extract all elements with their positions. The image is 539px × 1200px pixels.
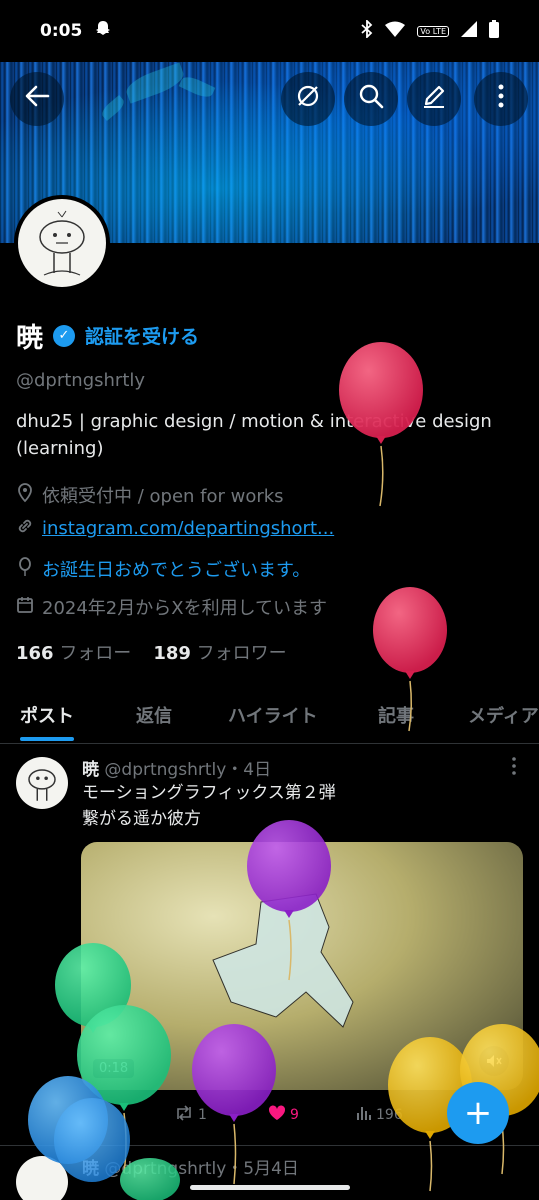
avatar-drawing <box>18 199 106 287</box>
gesture-navigation-bar[interactable] <box>190 1185 350 1190</box>
post-author[interactable]: 暁 <box>82 760 99 780</box>
following-label: フォロー <box>59 643 132 664</box>
followers-label: フォロワー <box>196 643 287 664</box>
verified-badge-icon: ✓ <box>53 324 75 347</box>
signal-icon <box>461 21 477 41</box>
post-handle: @dprtngshrtly <box>104 1159 227 1179</box>
snapchat-ghost-icon <box>94 20 112 43</box>
mute-icon[interactable] <box>479 1046 509 1076</box>
post-text-line: モーショングラフィックス第２弾 <box>82 783 336 803</box>
post-header: 暁 @dprtngshrtly・5月4日 <box>82 1154 299 1179</box>
calendar-icon <box>16 596 34 619</box>
post-text: モーショングラフィックス第２弾 繋がる遥か彼方 <box>82 780 336 832</box>
edit-profile-button[interactable] <box>407 72 461 126</box>
more-vertical-icon <box>497 84 505 114</box>
status-bar: 0:05 Vo LTE <box>0 0 539 62</box>
post-avatar[interactable] <box>16 1156 68 1200</box>
tab-replies[interactable]: 返信 <box>136 690 172 740</box>
post-video[interactable]: 0:18 <box>81 842 523 1090</box>
profile-avatar[interactable] <box>14 195 110 291</box>
like-button[interactable]: 9 <box>268 1105 299 1125</box>
status-time: 0:05 <box>40 21 83 41</box>
post-text-line: 繋がる遥か彼方 <box>82 809 201 829</box>
retweet-button[interactable]: 1 <box>174 1105 207 1125</box>
joined-row: 2024年2月からXを利用しています <box>16 594 327 620</box>
wifi-icon <box>385 21 406 41</box>
retweet-count: 1 <box>198 1107 207 1123</box>
back-arrow-icon <box>24 83 50 115</box>
following-count: 166 <box>16 643 54 664</box>
more-options-button[interactable] <box>474 72 528 126</box>
birthday-row: お誕生日おめでとうございます。 <box>16 556 310 582</box>
like-count: 9 <box>290 1107 299 1123</box>
search-button[interactable] <box>344 72 398 126</box>
search-icon <box>358 83 384 115</box>
joined-text: 2024年2月からXを利用しています <box>42 598 328 619</box>
profile-tabs: ポスト 返信 ハイライト 記事 メディア <box>0 690 539 744</box>
compose-post-button[interactable]: + <box>447 1082 509 1144</box>
back-button[interactable] <box>10 72 64 126</box>
birthday-text: お誕生日おめでとうございます。 <box>42 560 311 581</box>
tab-highlights[interactable]: ハイライト <box>228 690 318 740</box>
views-chart-icon <box>356 1105 372 1125</box>
website-link[interactable]: instagram.com/departingshort... <box>42 518 334 539</box>
get-verified-link[interactable]: 認証を受ける <box>85 322 199 349</box>
post-card[interactable]: 暁 @dprtngshrtly・5月4日 <box>0 1145 539 1200</box>
website-row: instagram.com/departingshort... <box>16 517 334 540</box>
bio-line: dhu25 | graphic design / motion & intera… <box>16 411 492 432</box>
heart-icon <box>268 1105 286 1125</box>
views-button[interactable]: 196 <box>356 1105 403 1125</box>
followers-link[interactable]: 189 フォロワー <box>153 639 286 665</box>
video-duration: 0:18 <box>93 1059 135 1078</box>
bio-line: (learning) <box>16 438 104 459</box>
follow-stats: 166 フォロー 189 フォロワー <box>16 639 287 665</box>
post-author[interactable]: 暁 <box>82 1159 99 1179</box>
profile-name: 暁 <box>16 323 43 354</box>
location-pin-icon <box>16 482 34 508</box>
post-header: 暁 @dprtngshrtly・4日 <box>82 755 271 780</box>
eye-slash-icon <box>295 83 321 115</box>
profile-bio: dhu25 | graphic design / motion & intera… <box>16 408 526 462</box>
plus-icon: + <box>463 1093 493 1133</box>
video-frame-shape <box>212 893 354 1028</box>
bluetooth-icon <box>361 18 373 42</box>
hide-button[interactable] <box>281 72 335 126</box>
retweet-icon <box>174 1105 194 1125</box>
profile-name-row: 暁 ✓ 認証を受ける <box>16 316 199 355</box>
post-handle: @dprtngshrtly <box>104 760 227 780</box>
volte-badge: Vo LTE <box>417 25 449 37</box>
location-row: 依頼受付中 / open for works <box>16 482 284 508</box>
location-text: 依頼受付中 / open for works <box>42 486 284 507</box>
post-more-icon[interactable] <box>511 757 517 780</box>
tab-media[interactable]: メディア <box>468 690 539 740</box>
post-time: ・4日 <box>226 760 272 780</box>
tab-articles[interactable]: 記事 <box>378 690 414 740</box>
post-time: ・5月4日 <box>226 1159 299 1179</box>
balloon-icon <box>16 556 34 582</box>
status-icons: Vo LTE <box>361 18 499 42</box>
following-link[interactable]: 166 フォロー <box>16 639 131 665</box>
profile-handle: @dprtngshrtly <box>16 370 146 391</box>
pencil-icon <box>421 83 447 115</box>
battery-icon <box>489 20 499 42</box>
followers-count: 189 <box>153 643 191 664</box>
link-icon <box>16 517 34 540</box>
post-avatar[interactable] <box>16 757 68 809</box>
post-card[interactable]: 暁 @dprtngshrtly・4日 モーショングラフィックス第２弾 繋がる遥か… <box>0 745 539 1145</box>
views-count: 196 <box>376 1107 403 1123</box>
tab-posts[interactable]: ポスト <box>20 690 74 741</box>
